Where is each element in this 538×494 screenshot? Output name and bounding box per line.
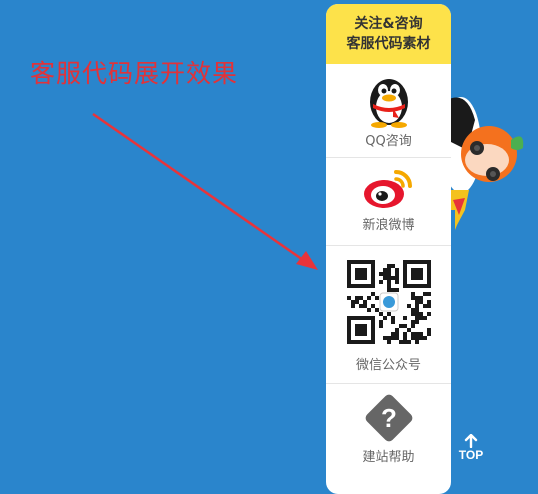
weibo-item[interactable]: 新浪微博 <box>326 158 451 246</box>
qq-penguin-icon <box>369 79 408 128</box>
wechat-label: 微信公众号 <box>355 358 421 373</box>
svg-text:?: ? <box>381 403 397 433</box>
header-title-line2: 客服代码素材 <box>346 36 431 52</box>
help-label: 建站帮助 <box>362 450 415 465</box>
panel-header: 关注&咨询 客服代码素材 <box>326 4 451 64</box>
weibo-label: 新浪微博 <box>362 218 415 233</box>
back-to-top-label: TOP <box>458 448 484 462</box>
back-to-top-button[interactable]: TOP <box>455 434 487 462</box>
mascot-character-icon <box>447 97 524 270</box>
weibo-icon <box>363 170 412 208</box>
wechat-item[interactable]: 微信公众号 <box>326 246 451 384</box>
qq-consult-item[interactable]: QQ咨询 <box>326 64 451 158</box>
wechat-qr-code <box>346 260 431 344</box>
customer-service-panel: 关注&咨询 客服代码素材 QQ咨询 新浪微博 微信公众号 ? 建站帮助 <box>326 4 451 494</box>
help-question-icon: ? <box>365 394 412 442</box>
help-item[interactable]: ? 建站帮助 <box>326 384 451 484</box>
header-title-line1: 关注&咨询 <box>354 16 423 32</box>
arrow-up-icon <box>464 434 478 448</box>
qq-consult-label: QQ咨询 <box>365 134 412 149</box>
